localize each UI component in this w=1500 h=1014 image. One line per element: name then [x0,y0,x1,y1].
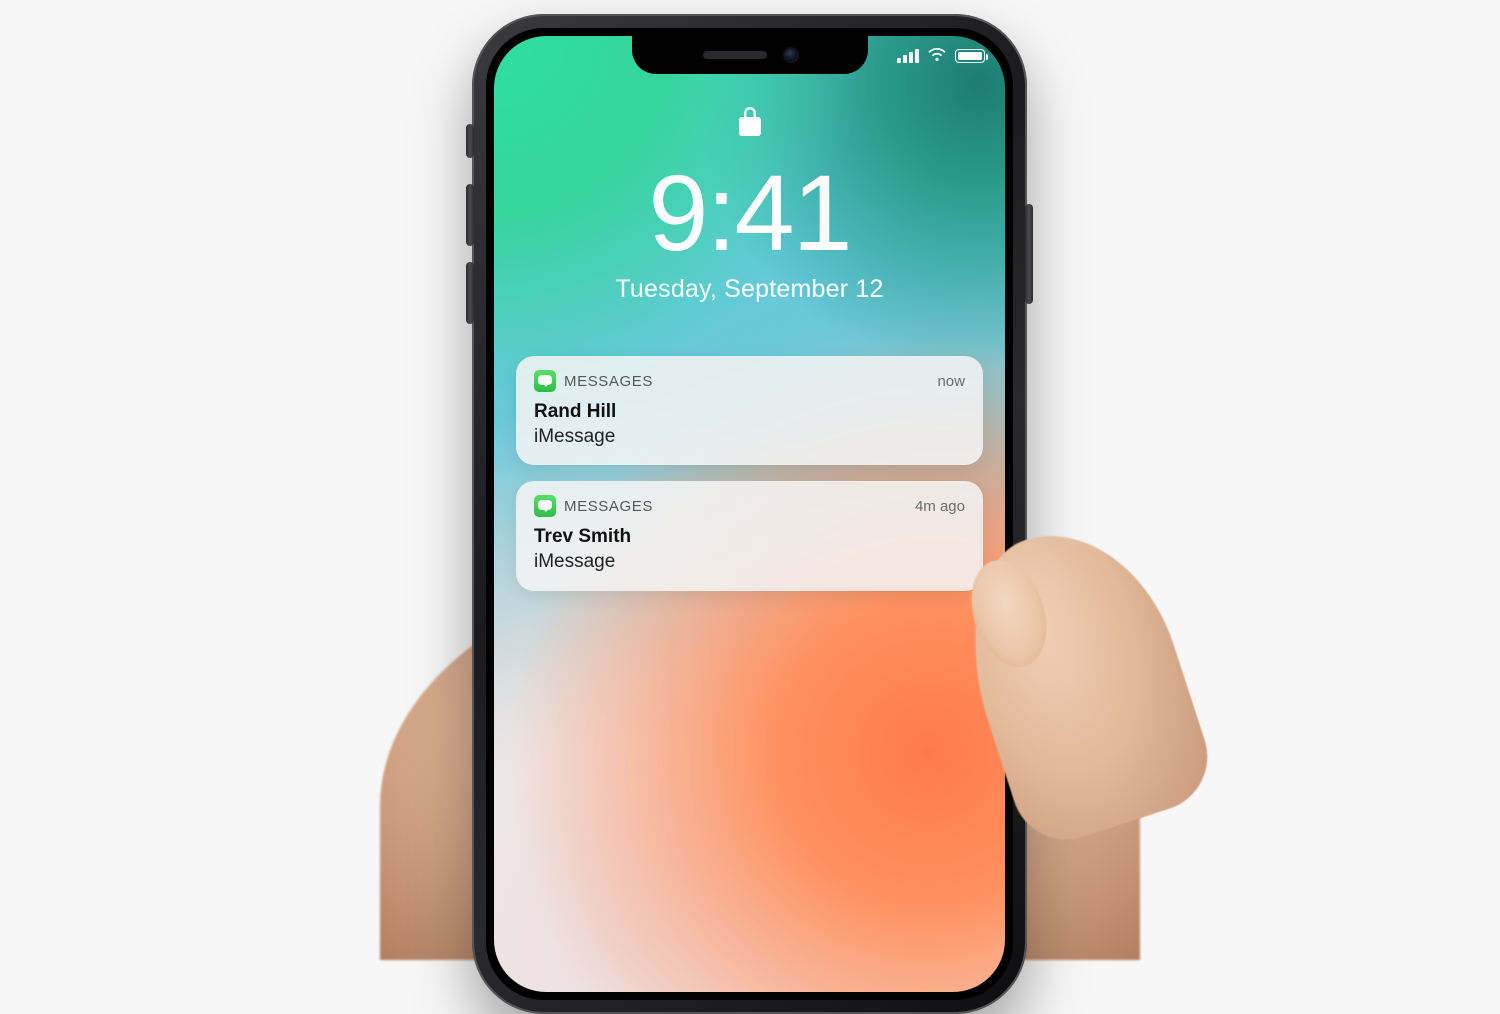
phone-bezel: 9:41 Tuesday, September 12 MESSAGES now … [486,28,1013,1000]
lock-date: Tuesday, September 12 [494,275,1005,304]
notification-subtext: iMessage [534,425,965,450]
lock-header: 9:41 Tuesday, September 12 [494,104,1005,304]
side-button [1025,204,1033,304]
wifi-icon [927,48,947,63]
cellular-signal-icon [897,49,919,63]
lock-screen[interactable]: 9:41 Tuesday, September 12 MESSAGES now … [494,36,1005,992]
status-bar [897,48,985,63]
notification-subtext: iMessage [534,550,965,575]
notification-card[interactable]: MESSAGES now Rand Hill iMessage [516,356,983,465]
battery-full-icon [955,49,985,63]
clock-time: 9:41 [494,159,1005,267]
notification-sender: Trev Smith [534,525,965,550]
earpiece-speaker [703,51,767,59]
front-camera [785,49,797,61]
volume-down-button [466,262,474,324]
notification-time: now [937,373,965,390]
notification-list: MESSAGES now Rand Hill iMessage MESSAGES… [516,356,983,591]
messages-app-icon [534,495,556,517]
notification-sender: Rand Hill [534,400,965,425]
phone-frame: 9:41 Tuesday, September 12 MESSAGES now … [472,14,1027,1014]
messages-app-icon [534,370,556,392]
lock-icon [737,104,763,143]
mute-switch [466,124,474,158]
display-notch [632,36,868,74]
notification-app-name: MESSAGES [564,373,929,390]
volume-up-button [466,184,474,246]
notification-app-name: MESSAGES [564,498,907,515]
notification-card[interactable]: MESSAGES 4m ago Trev Smith iMessage [516,481,983,590]
notification-time: 4m ago [915,498,965,515]
